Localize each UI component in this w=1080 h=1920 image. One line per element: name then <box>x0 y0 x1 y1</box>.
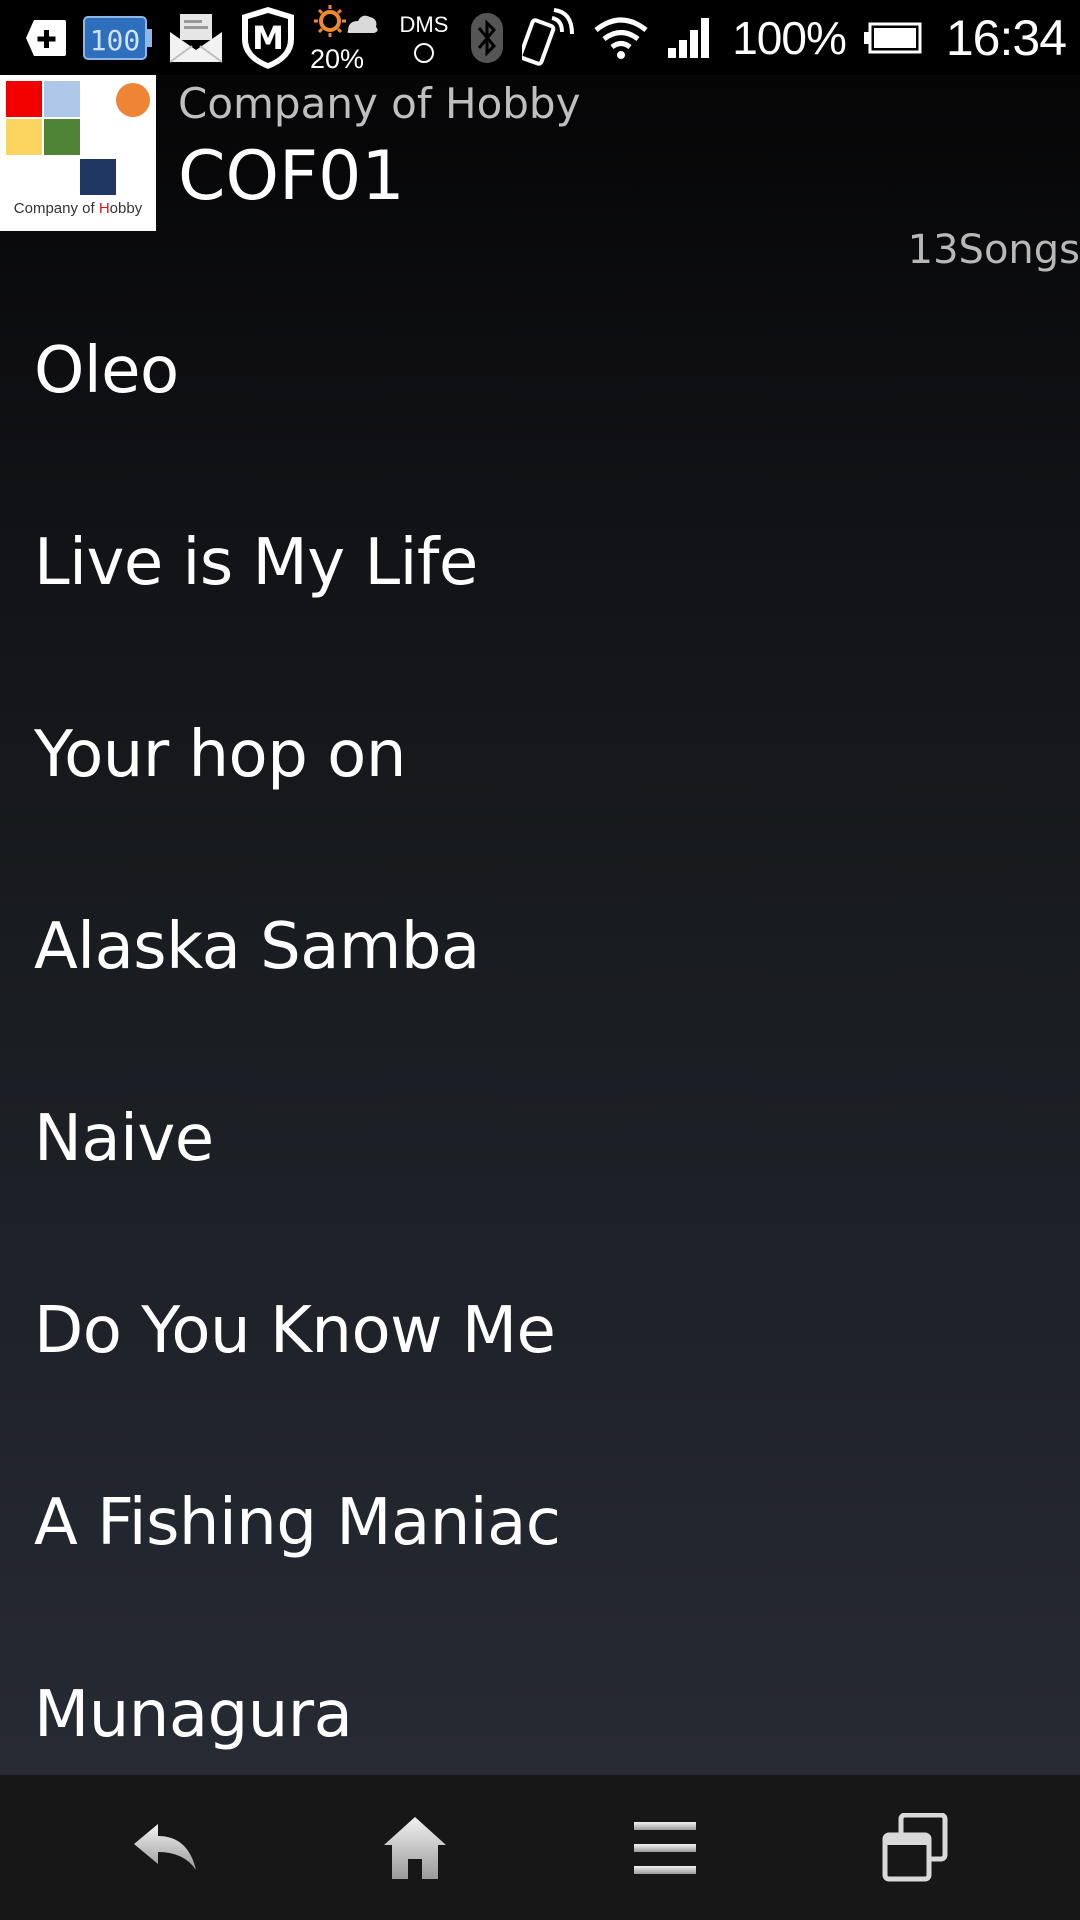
album-art-yellow-square <box>6 119 42 155</box>
recent-apps-button[interactable] <box>855 1788 975 1908</box>
svg-text:M: M <box>252 19 284 57</box>
album-art-green-square <box>44 119 80 155</box>
song-title: Live is My Life <box>34 526 478 600</box>
weather-percent: 20% <box>310 43 365 74</box>
song-item-oleo[interactable]: Oleo <box>0 275 1080 467</box>
menu-button[interactable] <box>605 1788 725 1908</box>
dms-icon: DMS <box>394 11 454 63</box>
svg-text:100: 100 <box>90 24 141 57</box>
album-art[interactable]: Company of Hobby <box>0 75 156 231</box>
security-shield-icon: M <box>238 5 298 71</box>
album-art-navy-square <box>80 159 116 195</box>
menu-icon <box>634 1821 696 1874</box>
song-item-alaska-samba[interactable]: Alaska Samba <box>0 851 1080 1043</box>
wifi-icon <box>594 16 648 60</box>
home-button[interactable] <box>355 1788 475 1908</box>
battery-icon <box>863 22 922 54</box>
album-header: Company of Hobby Company of Hobby COF01 … <box>0 75 1080 275</box>
song-title: Your hop on <box>34 718 406 792</box>
battery-percent: 100% <box>732 11 847 64</box>
song-title: Munagura <box>34 1678 353 1752</box>
song-title: Do You Know Me <box>34 1294 556 1368</box>
back-icon <box>134 1823 196 1870</box>
status-bar: 100 M 20% DMS 100% 16:34 <box>0 0 1080 75</box>
song-item-do-you-know-me[interactable]: Do You Know Me <box>0 1235 1080 1427</box>
album-art-orange-circle <box>116 83 150 117</box>
bluetooth-icon <box>470 12 504 64</box>
song-count: 13Songs <box>907 227 1080 273</box>
dms-label: DMS <box>399 11 449 37</box>
album-title: COF01 <box>178 137 405 216</box>
recent-apps-icon <box>882 1812 948 1881</box>
song-list[interactable]: Oleo Live is My Life Your hop on Alaska … <box>0 275 1080 1775</box>
system-icons: 100% 16:34 <box>470 7 1067 68</box>
weather-icon: 20% <box>310 3 380 74</box>
song-item-munagura[interactable]: Munagura <box>0 1619 1080 1775</box>
signal-icon <box>666 16 714 60</box>
clock: 16:34 <box>945 9 1067 66</box>
mail-icon <box>168 12 224 64</box>
navigation-bar <box>0 1775 1080 1920</box>
artist-name: Company of Hobby <box>178 79 581 128</box>
back-button[interactable] <box>105 1788 225 1908</box>
song-item-naive[interactable]: Naive <box>0 1043 1080 1235</box>
song-item-live-is-my-life[interactable]: Live is My Life <box>0 467 1080 659</box>
notification-icons: 100 M 20% DMS <box>24 3 454 74</box>
album-detail-view: Company of Hobby Company of Hobby COF01 … <box>0 75 1080 1775</box>
song-title: Oleo <box>34 334 179 408</box>
album-art-blue-square <box>44 81 80 117</box>
song-title: A Fishing Maniac <box>34 1486 561 1560</box>
battery-widget-icon: 100 <box>82 13 154 63</box>
nfc-phone-icon <box>522 7 576 68</box>
home-icon <box>384 1816 446 1879</box>
song-item-your-hop-on[interactable]: Your hop on <box>0 659 1080 851</box>
album-art-caption: Company of Hobby <box>13 200 143 217</box>
add-icon <box>24 16 68 60</box>
song-title: Naive <box>34 1102 214 1176</box>
song-item-a-fishing-maniac[interactable]: A Fishing Maniac <box>0 1427 1080 1619</box>
album-art-red-square <box>6 81 42 117</box>
song-title: Alaska Samba <box>34 910 480 984</box>
screen: 100 M 20% DMS 100% 16:34 Company of Hobb… <box>0 0 1080 1920</box>
dms-dot <box>414 42 434 63</box>
